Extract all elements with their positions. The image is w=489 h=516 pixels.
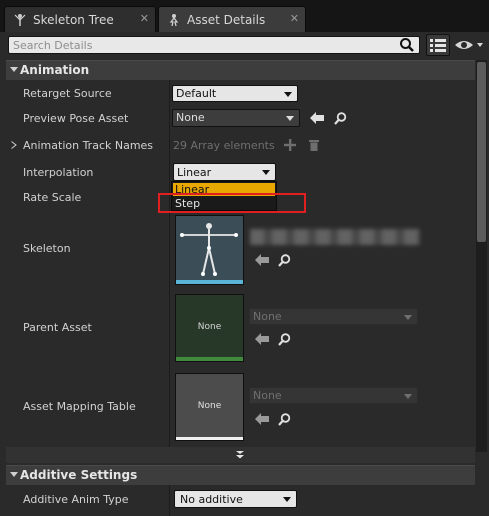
trash-icon[interactable] bbox=[308, 139, 320, 151]
mapping-table-thumbnail[interactable]: None bbox=[175, 373, 244, 441]
category-additive-header[interactable]: Additive Settings bbox=[6, 465, 475, 485]
browse-search-icon[interactable] bbox=[278, 333, 291, 346]
chevron-down-icon bbox=[262, 170, 270, 175]
combo-value: Default bbox=[176, 87, 217, 100]
browse-search-icon[interactable] bbox=[278, 254, 291, 267]
use-selected-arrow-icon[interactable] bbox=[310, 112, 324, 124]
close-icon[interactable]: ✕ bbox=[140, 12, 149, 25]
skeleton-thumbnail[interactable] bbox=[175, 215, 244, 285]
search-icon[interactable] bbox=[399, 37, 415, 53]
asset-type-bar bbox=[176, 280, 243, 284]
chevron-down-icon bbox=[404, 394, 412, 399]
additive-type-label: Additive Anim Type bbox=[23, 493, 129, 506]
chevron-down-icon bbox=[404, 315, 412, 320]
mapping-table-combo[interactable]: None bbox=[249, 387, 418, 404]
tab-label: Asset Details bbox=[187, 12, 266, 27]
column-divider bbox=[169, 485, 170, 516]
blurred-skeleton-name bbox=[250, 229, 420, 245]
use-selected-arrow-icon[interactable] bbox=[255, 413, 269, 425]
browse-search-icon[interactable] bbox=[334, 112, 347, 125]
tab-asset-details[interactable]: Asset Details ✕ bbox=[158, 6, 306, 32]
combo-value: None bbox=[253, 389, 282, 402]
close-icon[interactable]: ✕ bbox=[290, 12, 299, 25]
browse-search-icon[interactable] bbox=[278, 413, 291, 426]
chevron-down-icon bbox=[286, 116, 294, 121]
interpolation-label: Interpolation bbox=[23, 166, 94, 179]
search-box[interactable] bbox=[8, 36, 420, 54]
expand-arrow-icon[interactable] bbox=[11, 141, 17, 149]
grid-list-icon bbox=[430, 39, 446, 52]
add-element-icon[interactable] bbox=[284, 139, 296, 151]
category-title: Animation bbox=[20, 63, 90, 77]
preview-pose-combo[interactable]: None bbox=[172, 109, 300, 127]
eye-icon[interactable] bbox=[454, 38, 484, 52]
track-names-label: Animation Track Names bbox=[23, 139, 154, 152]
parent-asset-combo[interactable]: None bbox=[249, 308, 418, 325]
skeleton-figure-icon bbox=[176, 216, 243, 280]
column-divider[interactable] bbox=[169, 80, 170, 450]
tab-skeleton-tree[interactable]: Skeleton Tree ✕ bbox=[4, 6, 156, 32]
retarget-source-combo[interactable]: Default bbox=[172, 85, 298, 102]
asset-type-bar bbox=[176, 357, 243, 361]
thumbnail-text: None bbox=[197, 401, 222, 411]
use-selected-arrow-icon[interactable] bbox=[255, 254, 269, 266]
combo-value: Linear bbox=[177, 166, 212, 179]
combo-value: No additive bbox=[180, 493, 243, 506]
combo-value: None bbox=[176, 111, 205, 124]
mapping-table-label: Asset Mapping Table bbox=[23, 400, 136, 413]
scrollbar-thumb[interactable] bbox=[477, 62, 486, 242]
chevron-down-icon bbox=[284, 92, 292, 97]
tab-label: Skeleton Tree bbox=[33, 12, 114, 27]
preview-pose-label: Preview Pose Asset bbox=[23, 112, 129, 125]
view-options-button[interactable] bbox=[426, 34, 450, 56]
details-panel bbox=[0, 32, 489, 516]
skeleton-icon bbox=[14, 13, 26, 26]
use-selected-arrow-icon[interactable] bbox=[255, 333, 269, 345]
rate-scale-label: Rate Scale bbox=[23, 191, 82, 204]
additive-type-combo[interactable]: No additive bbox=[174, 490, 297, 508]
parent-asset-label: Parent Asset bbox=[23, 321, 92, 334]
interpolation-combo[interactable]: Linear bbox=[173, 163, 276, 181]
array-count: 29 Array elements bbox=[173, 139, 275, 152]
category-title: Additive Settings bbox=[20, 468, 138, 482]
category-animation-header[interactable]: Animation bbox=[6, 60, 475, 80]
annotation-highlight-box bbox=[158, 193, 306, 213]
combo-value: None bbox=[253, 310, 282, 323]
parent-asset-thumbnail[interactable]: None bbox=[175, 294, 244, 362]
chevron-down-icon bbox=[283, 497, 291, 502]
asset-type-bar bbox=[176, 437, 243, 440]
collapse-arrow-icon bbox=[10, 472, 18, 477]
expand-advanced-icon bbox=[236, 451, 244, 459]
asset-details-icon bbox=[169, 13, 179, 26]
skeleton-label: Skeleton bbox=[23, 242, 71, 255]
thumbnail-text: None bbox=[197, 322, 222, 332]
collapse-arrow-icon bbox=[10, 67, 18, 72]
advanced-expander[interactable] bbox=[6, 447, 475, 463]
search-input[interactable] bbox=[9, 37, 394, 53]
retarget-source-label: Retarget Source bbox=[23, 87, 112, 100]
